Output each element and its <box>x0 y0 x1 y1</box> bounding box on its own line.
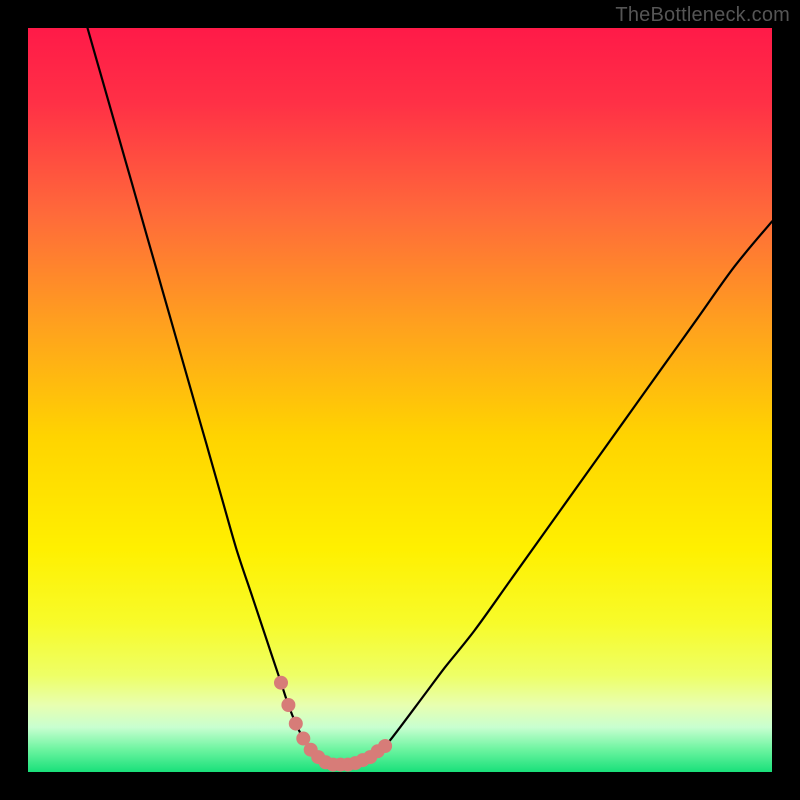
outer-frame: TheBottleneck.com <box>0 0 800 800</box>
highlight-markers <box>274 676 392 772</box>
marker-dot <box>378 739 392 753</box>
marker-dot <box>289 717 303 731</box>
marker-dot <box>281 698 295 712</box>
plot-area <box>28 28 772 772</box>
marker-dot <box>274 676 288 690</box>
chart-svg <box>28 28 772 772</box>
bottleneck-curve <box>88 28 773 765</box>
watermark-label: TheBottleneck.com <box>615 4 790 27</box>
